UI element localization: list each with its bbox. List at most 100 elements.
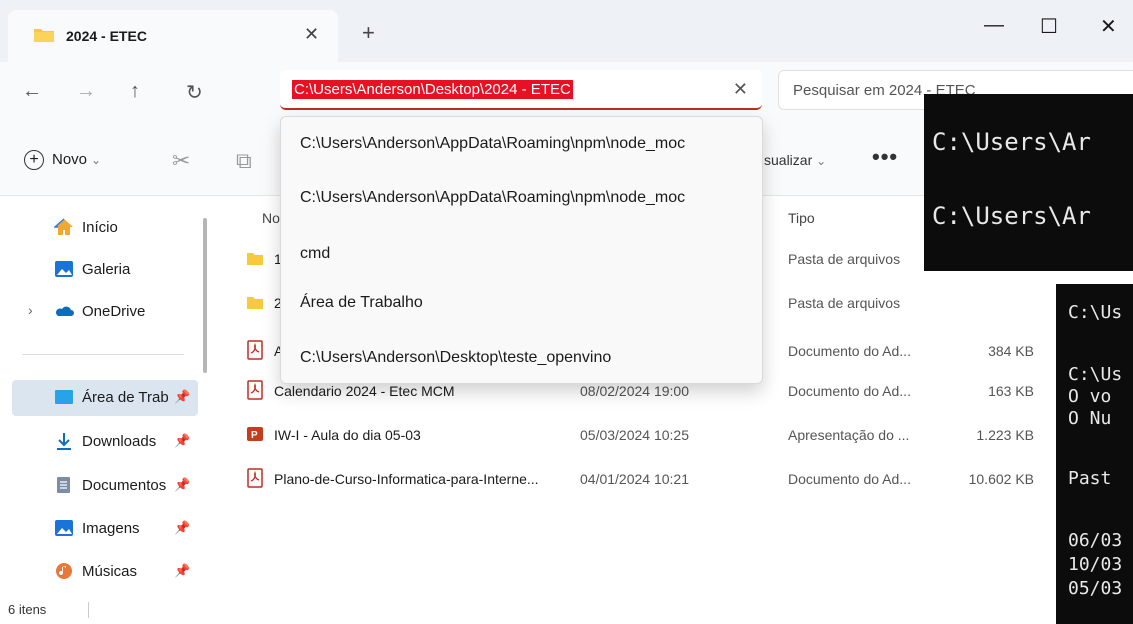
file-type: Pasta de arquivos	[788, 251, 901, 267]
copy-icon[interactable]: ⧉	[236, 148, 252, 174]
file-type: Documento do Ad...	[788, 383, 911, 399]
terminal-line: Past	[1068, 468, 1112, 489]
chevron-down-icon: ⌄	[91, 153, 102, 167]
back-button[interactable]: ←	[22, 80, 42, 103]
file-name: Plano-de-Curso-Informatica-para-Interne.…	[274, 471, 539, 487]
file-size: 384 KB	[988, 343, 1034, 359]
sidebar-item-musicas[interactable]: Músicas 📌	[12, 554, 198, 590]
view-button[interactable]: sualizar ⌄	[764, 152, 826, 168]
navigation-pane: Início Galeria › OneDrive Área de Trab 📌…	[0, 196, 210, 598]
terminal-window[interactable]: C:\Us C:\Us O vo O Nu Past 06/03 10/03 0…	[1056, 284, 1133, 624]
pin-icon: 📌	[174, 477, 191, 492]
maximize-button[interactable]: ☐	[1040, 14, 1058, 39]
clear-address-button[interactable]: ✕	[733, 79, 748, 100]
sidebar-item-area-de-trabalho[interactable]: Área de Trab 📌	[12, 380, 198, 416]
autocomplete-item[interactable]: C:\Users\Anderson\AppData\Roaming\npm\no…	[300, 189, 685, 207]
terminal-line: C:\Users\Ar	[932, 202, 1091, 230]
terminal-window[interactable]: C:\Users\Ar C:\Users\Ar	[924, 94, 1133, 271]
autocomplete-item[interactable]: Área de Trabalho	[300, 294, 423, 312]
address-autocomplete: C:\Users\Anderson\AppData\Roaming\npm\no…	[280, 116, 763, 384]
pin-icon: 📌	[174, 520, 191, 535]
sidebar-item-documentos[interactable]: Documentos 📌	[12, 468, 198, 504]
terminal-line: O Nu	[1068, 408, 1112, 429]
cut-icon[interactable]: ✂	[172, 148, 190, 174]
terminal-line: C:\Users\Ar	[932, 128, 1091, 156]
download-icon	[57, 433, 71, 450]
sidebar-item-label: Downloads	[82, 433, 157, 450]
pdf-icon	[247, 340, 263, 360]
file-name: Calendario 2024 - Etec MCM	[274, 383, 455, 399]
title-bar: 2024 - ETEC ✕ + — ☐ ✕	[0, 0, 1133, 62]
autocomplete-item[interactable]: cmd	[300, 245, 330, 263]
tab-2024-etec[interactable]: 2024 - ETEC ✕	[8, 10, 338, 62]
sidebar-item-galeria[interactable]: Galeria	[12, 252, 198, 288]
sidebar-item-onedrive[interactable]: › OneDrive	[12, 294, 198, 330]
sidebar-item-label: Área de Trab	[82, 389, 169, 406]
minimize-button[interactable]: —	[984, 14, 1004, 37]
file-date: 05/03/2024 10:25	[580, 427, 689, 443]
autocomplete-item[interactable]: C:\Users\Anderson\AppData\Roaming\npm\no…	[300, 135, 685, 153]
file-date: 04/01/2024 10:21	[580, 471, 689, 487]
sidebar-item-label: Galeria	[82, 261, 131, 278]
sidebar-item-label: Início	[82, 219, 118, 236]
file-type: Apresentação do ...	[788, 427, 910, 443]
sidebar-item-label: Documentos	[82, 477, 167, 494]
svg-text:P: P	[251, 430, 258, 441]
folder-icon	[247, 253, 263, 265]
table-row[interactable]: Plano-de-Curso-Informatica-para-Interne.…	[234, 462, 1034, 498]
status-divider	[88, 602, 89, 618]
sidebar-item-label: Imagens	[82, 520, 140, 537]
status-bar: 6 itens	[0, 598, 1133, 624]
file-date: 08/02/2024 19:00	[580, 383, 689, 399]
folder-icon	[34, 29, 54, 42]
documents-icon	[57, 477, 70, 493]
music-icon	[56, 563, 72, 579]
tab-close-button[interactable]: ✕	[304, 24, 319, 45]
new-tab-button[interactable]: +	[362, 22, 375, 44]
new-button[interactable]: + Novo ⌄	[24, 150, 101, 170]
chevron-down-icon: ⌄	[816, 154, 827, 168]
file-size: 163 KB	[988, 383, 1034, 399]
chevron-right-icon[interactable]: ›	[28, 302, 33, 318]
sidebar-item-imagens[interactable]: Imagens 📌	[12, 511, 198, 547]
pin-icon: 📌	[174, 389, 191, 404]
gallery-icon	[55, 261, 73, 277]
pin-icon: 📌	[174, 433, 191, 448]
table-row[interactable]: P IW-I - Aula do dia 05-03 05/03/2024 10…	[234, 418, 1034, 454]
item-count: 6 itens	[8, 602, 47, 617]
column-header-type[interactable]: Tipo	[788, 210, 815, 226]
plus-icon: +	[24, 150, 44, 170]
address-input[interactable]: C:\Users\Anderson\Desktop\2024 - ETEC	[292, 80, 573, 99]
sidebar-item-label: Músicas	[82, 563, 138, 580]
new-button-label: Novo	[52, 151, 88, 168]
refresh-button[interactable]: ↻	[186, 80, 203, 105]
terminal-line: O vo	[1068, 386, 1112, 407]
sidebar-divider	[22, 354, 184, 355]
pin-icon: 📌	[174, 563, 191, 578]
onedrive-icon	[55, 306, 74, 316]
sidebar-item-label: OneDrive	[82, 303, 146, 320]
column-header-name[interactable]: No	[262, 210, 280, 226]
close-window-button[interactable]: ✕	[1100, 14, 1117, 39]
file-size: 10.602 KB	[968, 471, 1034, 487]
terminal-line: 05/03	[1068, 578, 1123, 599]
terminal-line: C:\Us	[1068, 364, 1123, 385]
forward-button[interactable]: →	[76, 80, 96, 103]
folder-icon	[247, 297, 263, 309]
file-size: 1.223 KB	[976, 427, 1034, 443]
file-type: Documento do Ad...	[788, 471, 911, 487]
up-button[interactable]: ↑	[130, 80, 140, 103]
terminal-line: C:\Us	[1068, 302, 1123, 323]
file-type: Pasta de arquivos	[788, 295, 901, 311]
desktop-icon	[55, 390, 73, 404]
more-options-button[interactable]: •••	[872, 144, 898, 170]
sidebar-scrollbar[interactable]	[203, 218, 207, 373]
pdf-icon	[247, 468, 263, 488]
sidebar-item-downloads[interactable]: Downloads 📌	[12, 424, 198, 460]
pptx-icon: P	[247, 427, 263, 441]
terminal-line: 06/03	[1068, 530, 1123, 551]
address-bar[interactable]: C:\Users\Anderson\Desktop\2024 - ETEC ✕	[280, 70, 762, 110]
autocomplete-item[interactable]: C:\Users\Anderson\Desktop\teste_openvino	[300, 349, 611, 367]
tab-title: 2024 - ETEC	[66, 28, 147, 44]
sidebar-item-inicio[interactable]: Início	[12, 210, 198, 246]
